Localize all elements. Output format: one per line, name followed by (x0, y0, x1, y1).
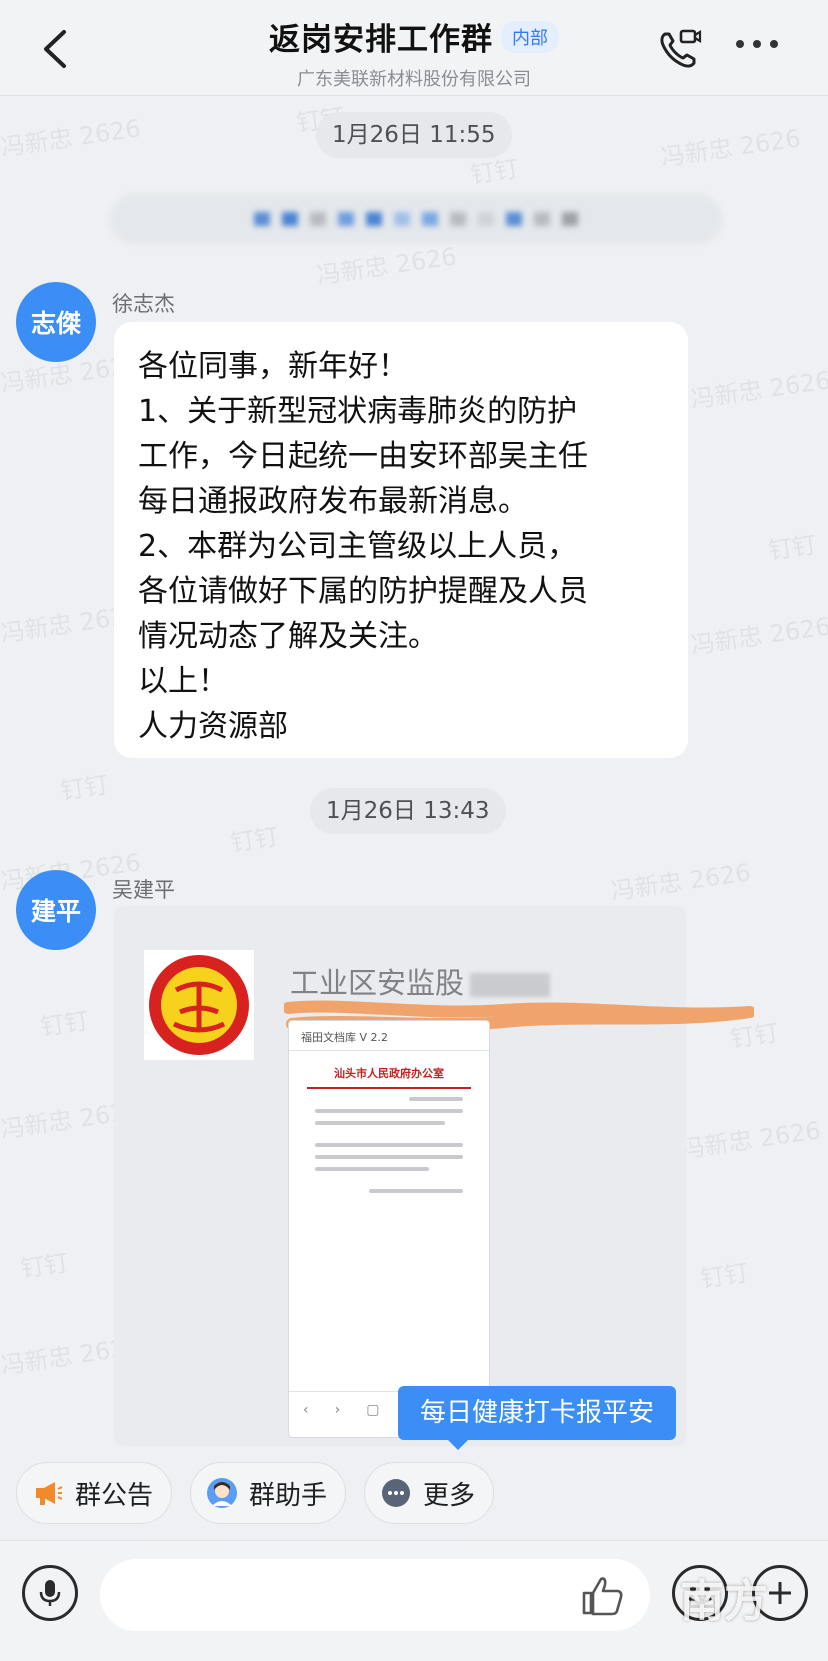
announcement-button[interactable]: 群公告 (16, 1462, 173, 1524)
watermark-text: 冯新忠 2626 (659, 124, 803, 172)
sender-name: 徐志杰 (112, 292, 175, 316)
more-options-icon[interactable] (736, 40, 782, 56)
plus-icon (769, 1582, 791, 1604)
watermark-text: 冯新忠 2626 (315, 242, 459, 290)
message-line: 1、关于新型冠状病毒肺炎的防护 (138, 394, 578, 429)
doc-top-bar: 福田文档库 V 2.2 (289, 1021, 489, 1051)
blurred-notice (110, 194, 722, 244)
avatar[interactable]: 建平 (16, 870, 96, 950)
watermark-app: 钉钉 (228, 822, 281, 858)
tooltip-arrow (446, 1438, 470, 1450)
timestamp: 1月26日 13:43 (310, 788, 506, 834)
internal-badge: 内部 (501, 20, 559, 53)
message-line: 各位同事，新年好！ (138, 349, 408, 384)
more-actions-button[interactable]: 更多 (364, 1462, 495, 1524)
corner-watermark-logo: 南方 (680, 1576, 768, 1627)
message-line: 2、本群为公司主管级以上人员， (138, 529, 578, 564)
chat-title[interactable]: 返岗安排工作群 (269, 14, 493, 59)
tabs-icon[interactable]: ▢ (366, 1402, 379, 1427)
message-line: 情况动态了解及关注。 (138, 619, 438, 654)
avatar[interactable]: 志傑 (16, 282, 96, 362)
sender-name: 吴建平 (112, 878, 175, 902)
watermark-text: 冯新忠 2626 (0, 114, 143, 162)
watermark-app: 钉钉 (766, 530, 819, 566)
video-call-icon[interactable] (656, 26, 702, 72)
doc-heading: 汕头市人民政府办公室 (334, 1067, 444, 1080)
watermark-app: 钉钉 (18, 1248, 71, 1284)
watermark-text: 冯新忠 2626 (609, 858, 753, 906)
watermark-app: 钉钉 (38, 1006, 91, 1042)
message-bubble[interactable]: 各位同事，新年好！ 1、关于新型冠状病毒肺炎的防护 工作，今日起统一由安环部吴主… (114, 322, 688, 758)
timestamp: 1月26日 11:55 (316, 112, 512, 158)
input-bar: 南方 (0, 1540, 828, 1661)
assistant-button[interactable]: 群助手 (190, 1462, 347, 1524)
message-line: 人力资源部 (138, 709, 288, 744)
message-line: 每日通报政府发布最新消息。 (138, 484, 528, 519)
assistant-avatar-icon (207, 1478, 237, 1508)
megaphone-icon (33, 1478, 63, 1508)
health-checkin-tooltip[interactable]: 每日健康打卡报平安 (398, 1386, 677, 1440)
chat-header: 返岗安排工作群 内部 广东美联新材料股份有限公司 (0, 0, 828, 96)
watermark-app: 钉钉 (698, 1258, 751, 1294)
seal-logo-icon (144, 950, 254, 1060)
back-icon[interactable]: ‹ (303, 1402, 309, 1427)
watermark-app: 钉钉 (58, 770, 111, 806)
assistant-label: 群助手 (249, 1480, 328, 1511)
more-dots-icon (381, 1478, 411, 1508)
organization-name: 广东美联新材料股份有限公司 (297, 69, 531, 90)
message-line: 各位请做好下属的防护提醒及人员 (138, 574, 588, 609)
title-area: 返岗安排工作群 内部 广东美联新材料股份有限公司 (0, 14, 828, 91)
watermark-text: 冯新忠 2626 (689, 366, 828, 414)
thumbs-up-icon[interactable] (580, 1573, 626, 1617)
message-input[interactable] (100, 1559, 650, 1631)
message-line: 工作，今日起统一由安环部吴主任 (138, 439, 588, 474)
voice-input-button[interactable] (22, 1565, 78, 1621)
watermark-text: 冯新忠 2626 (689, 612, 828, 660)
shared-card-message[interactable]: 工业区安监股 福田文档库 V 2.2 汕头市人民政府办公室 ‹ › ▢ (114, 906, 754, 1446)
microphone-icon (39, 1580, 61, 1606)
document-preview[interactable]: 福田文档库 V 2.2 汕头市人民政府办公室 ‹ › ▢ (288, 1020, 490, 1438)
announcement-label: 群公告 (75, 1480, 154, 1511)
watermark-text: 冯新忠 2626 (679, 1116, 823, 1164)
forward-icon[interactable]: › (335, 1402, 341, 1427)
message-line: 以上！ (138, 664, 228, 699)
more-label: 更多 (423, 1480, 476, 1511)
